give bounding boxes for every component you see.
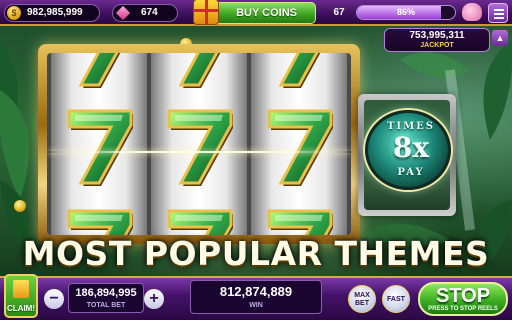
increase-bet-button[interactable]: + <box>144 289 164 309</box>
win-label: WIN <box>249 302 263 309</box>
max-bet-label-line2: BET <box>355 300 369 307</box>
buy-coins-label: BUY COINS <box>236 7 297 19</box>
menu-button[interactable] <box>488 3 508 23</box>
gift-icon <box>193 0 219 25</box>
seven-symbol-icon <box>267 109 335 188</box>
stop-hint: PRESS TO STOP REELS <box>428 306 498 312</box>
win-display: 812,874,889 WIN <box>190 280 322 314</box>
jackpot-label: JACKPOT <box>420 42 454 49</box>
reel-1 <box>51 53 147 235</box>
win-value: 812,874,889 <box>219 284 293 299</box>
fast-spin-button[interactable]: FAST <box>382 285 410 313</box>
seven-symbol-icon <box>167 53 235 90</box>
coin-balance-value: 982,985,999 <box>27 7 83 18</box>
floating-coin-icon <box>14 200 26 212</box>
gift-icon <box>13 280 29 298</box>
payline <box>47 151 351 153</box>
reel-window <box>47 53 351 235</box>
coin-balance[interactable]: $ 982,985,999 <box>4 4 100 22</box>
seven-symbol-icon <box>67 53 135 90</box>
coin-icon: $ <box>7 6 21 20</box>
total-bet-value: 186,894,995 <box>75 287 137 299</box>
claim-label: CLAIM! <box>7 304 35 313</box>
gem-balance-value: 674 <box>141 7 158 18</box>
gem-icon <box>115 5 131 21</box>
claim-button[interactable]: CLAIM! <box>4 274 38 318</box>
promo-banner: MOST POPULAR THEMES <box>22 234 490 273</box>
total-bet-label: TOTAL BET <box>86 302 126 309</box>
seven-symbol-icon <box>167 109 235 188</box>
reel-3 <box>251 53 347 235</box>
menu-icon <box>494 9 504 11</box>
slot-reel-frame <box>38 44 360 244</box>
max-bet-button[interactable]: MAX BET <box>348 285 376 313</box>
reel-2 <box>151 53 247 235</box>
menu-icon-line <box>494 13 504 15</box>
menu-icon-line <box>494 17 504 19</box>
max-bet-label-line1: MAX <box>354 292 370 299</box>
pay-label: PAY <box>397 167 425 178</box>
seven-symbol-icon <box>67 109 135 188</box>
stop-button[interactable]: STOP PRESS TO STOP REELS <box>418 282 508 316</box>
total-bet-display: 186,894,995 TOTAL BET <box>68 283 144 313</box>
level-badge: 67 <box>333 7 345 18</box>
jackpot-value: 753,995,311 <box>409 30 465 41</box>
collapse-jackpot-button[interactable]: ▲ <box>492 30 508 46</box>
times-pay-badge: TIMES 8x PAY <box>365 110 451 190</box>
xp-percent: 86% <box>396 7 415 17</box>
buy-coins-button[interactable]: BUY COINS <box>193 0 316 25</box>
xp-progress-bar[interactable]: 86% <box>356 5 456 20</box>
gem-balance[interactable]: 674 <box>112 4 178 22</box>
stop-label: STOP <box>435 285 491 307</box>
decrease-bet-button[interactable]: − <box>44 289 64 309</box>
piggy-bank-icon[interactable] <box>462 3 482 21</box>
fast-spin-label: FAST <box>387 296 405 303</box>
seven-symbol-icon <box>267 53 335 90</box>
multiplier-value: 8x <box>392 131 430 164</box>
top-bar: $ 982,985,999 674 BUY COINS 67 86% <box>0 0 512 26</box>
jackpot-display: 753,995,311 JACKPOT <box>384 28 490 52</box>
